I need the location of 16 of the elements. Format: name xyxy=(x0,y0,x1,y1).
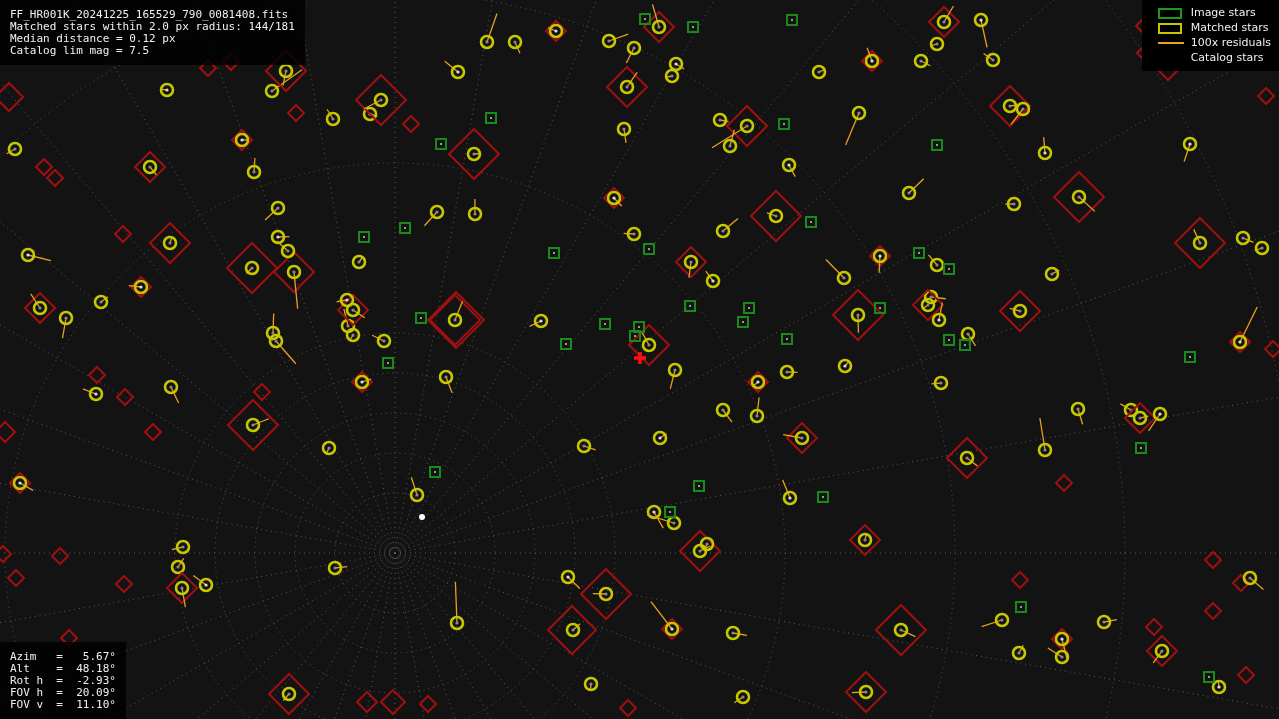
square-swatch-icon xyxy=(1157,7,1182,19)
info-text: Median distance = 0.12 px xyxy=(10,33,177,45)
legend-label: Matched stars xyxy=(1190,21,1269,35)
info-text: FF_HR001K_20241225_165529_790_0081408.fits xyxy=(10,9,290,21)
info-text: Matched stars within 2.0 px radius: 144/181 xyxy=(10,21,295,33)
legend-label: Image stars xyxy=(1190,6,1256,20)
info-text: Catalog lim mag = 7.5 xyxy=(10,45,151,57)
legend-label: Catalog stars xyxy=(1190,51,1264,65)
pointing-text: Alt = 48.18° xyxy=(10,663,116,675)
pointing-text: Rot h = -2.93° xyxy=(10,675,116,687)
pointing-text: FOV v = 11.10° xyxy=(10,699,116,711)
pointing-text: Azim = 5.67° xyxy=(10,651,116,663)
legend-label: 100x residuals xyxy=(1190,36,1271,50)
pointing-text: FOV h = 20.09° xyxy=(10,687,116,699)
line-swatch-icon xyxy=(1157,42,1184,44)
square-swatch-icon xyxy=(1157,22,1182,34)
